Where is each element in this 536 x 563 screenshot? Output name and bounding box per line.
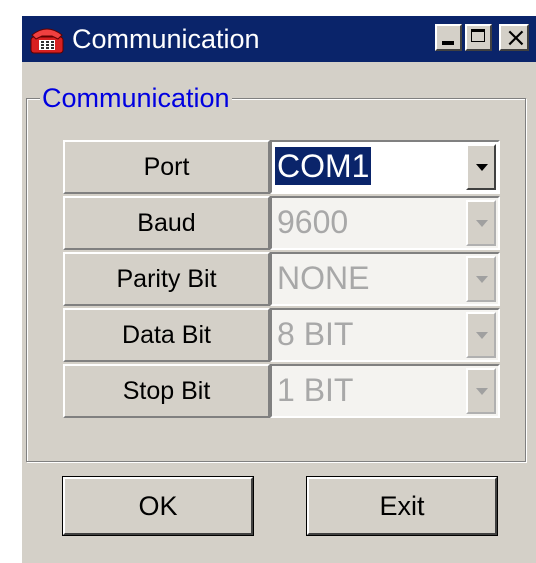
data-bit-select[interactable]: 8 BIT: [270, 308, 500, 362]
chevron-down-icon: [476, 276, 488, 283]
stop-bit-label: Stop Bit: [63, 364, 270, 418]
baud-dropdown-button[interactable]: [466, 200, 496, 246]
parity-bit-label: Parity Bit: [63, 252, 270, 306]
minimize-icon: [442, 41, 454, 45]
window-title: Communication: [72, 24, 260, 54]
maximize-button[interactable]: [465, 24, 492, 51]
port-select[interactable]: COM1: [270, 140, 500, 194]
groupbox-label: Communication: [40, 82, 232, 114]
telephone-icon: [30, 28, 64, 54]
chevron-down-icon: [476, 332, 488, 339]
chevron-down-icon: [476, 388, 488, 395]
stop-bit-select[interactable]: 1 BIT: [270, 364, 500, 418]
stop-bit-dropdown-button[interactable]: [466, 368, 496, 414]
port-label: Port: [63, 140, 270, 194]
stop-bit-value: 1 BIT: [277, 372, 354, 408]
baud-value: 9600: [277, 204, 349, 240]
data-bit-label: Data Bit: [63, 308, 270, 362]
close-icon: ×: [505, 23, 527, 53]
chevron-down-icon: [476, 164, 488, 171]
port-value: COM1: [275, 147, 372, 185]
minimize-button[interactable]: [435, 24, 462, 51]
title-bar[interactable]: Communication ×: [22, 16, 536, 62]
baud-label: Baud: [63, 196, 270, 250]
close-button[interactable]: ×: [499, 23, 529, 53]
parity-bit-dropdown-button[interactable]: [466, 256, 496, 302]
data-bit-dropdown-button[interactable]: [466, 312, 496, 358]
maximize-icon: [471, 29, 485, 42]
parity-bit-select[interactable]: NONE: [270, 252, 500, 306]
data-bit-value: 8 BIT: [277, 316, 354, 352]
chevron-down-icon: [476, 220, 488, 227]
parity-bit-value: NONE: [277, 260, 370, 296]
exit-button[interactable]: Exit: [306, 476, 498, 536]
baud-select[interactable]: 9600: [270, 196, 500, 250]
ok-button[interactable]: OK: [62, 476, 254, 536]
port-dropdown-button[interactable]: [466, 144, 496, 190]
